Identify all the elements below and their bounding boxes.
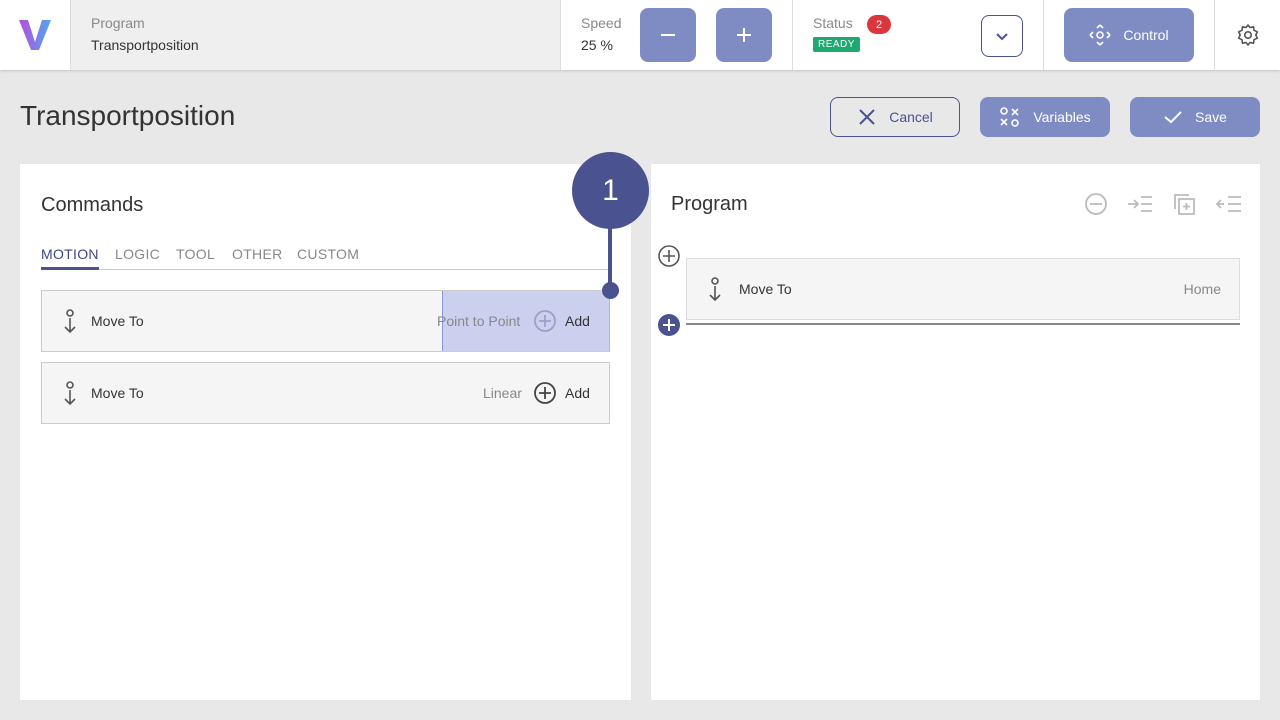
variables-icon [1000, 107, 1020, 127]
add-circle-icon[interactable] [533, 381, 557, 405]
plus-icon [737, 28, 751, 42]
cancel-label: Cancel [889, 109, 933, 125]
variables-label: Variables [1033, 109, 1091, 125]
tab-logic[interactable]: LOGIC [115, 246, 160, 270]
command-label: Move To [91, 385, 144, 401]
add-circle-icon[interactable] [533, 309, 557, 333]
status-panel: Status 2 READY [793, 0, 1044, 70]
speed-control: Speed 25 % [561, 0, 793, 70]
control-label: Control [1123, 27, 1169, 43]
save-button[interactable]: Save [1130, 97, 1260, 137]
program-value: Transportposition [91, 37, 199, 53]
top-bar: Program Transportposition Speed 25 % Sta… [0, 0, 1280, 70]
add-button[interactable]: Add [565, 385, 590, 401]
control-section: Control [1044, 0, 1215, 70]
tab-other[interactable]: OTHER [232, 246, 283, 270]
program-item-label: Move To [739, 281, 792, 297]
control-button[interactable]: Control [1064, 8, 1194, 62]
check-icon [1164, 111, 1182, 124]
tab-motion[interactable]: MOTION [41, 246, 99, 270]
tab-custom[interactable]: CUSTOM [297, 246, 359, 270]
move-to-icon [64, 381, 76, 406]
program-item[interactable]: Move To Home [686, 258, 1240, 320]
move-to-icon [64, 309, 76, 334]
status-count-badge: 2 [867, 15, 891, 34]
status-badge: READY [813, 37, 860, 52]
program-label: Program [91, 15, 145, 31]
settings-button[interactable] [1215, 0, 1280, 70]
command-label: Move To [91, 313, 144, 329]
save-label: Save [1195, 109, 1227, 125]
command-type: Linear [483, 385, 522, 401]
speed-increase-button[interactable] [716, 8, 772, 62]
cancel-button[interactable]: Cancel [830, 97, 960, 137]
program-title: Program [671, 193, 748, 215]
tutorial-step-marker[interactable]: 1 [572, 152, 649, 229]
command-item[interactable]: Move To Point to Point Add [41, 290, 610, 352]
commands-panel: Commands MOTION LOGIC TOOL OTHER CUSTOM … [20, 164, 631, 700]
commands-tabs: MOTION LOGIC TOOL OTHER CUSTOM [41, 246, 609, 270]
status-dropdown-button[interactable] [981, 15, 1023, 57]
minus-icon [661, 34, 675, 36]
insertion-line [686, 323, 1240, 325]
command-type: Point to Point [437, 313, 521, 329]
logo-icon [19, 20, 51, 50]
indent-icon[interactable] [1127, 192, 1153, 216]
insert-above-icon[interactable] [657, 244, 681, 268]
command-item[interactable]: Move To Linear Add [41, 362, 610, 424]
insert-below-icon[interactable] [657, 313, 681, 337]
variables-button[interactable]: Variables [980, 97, 1110, 137]
gear-icon [1237, 24, 1258, 46]
move-arrows-icon [1089, 24, 1111, 46]
duplicate-icon[interactable] [1172, 192, 1196, 216]
program-info[interactable]: Program Transportposition [71, 0, 561, 70]
tutorial-marker-line [608, 226, 612, 288]
remove-icon[interactable] [1084, 192, 1108, 216]
speed-decrease-button[interactable] [640, 8, 696, 62]
close-icon [859, 109, 875, 125]
add-button[interactable]: Add [565, 313, 590, 329]
move-to-icon [709, 277, 721, 302]
program-panel: Program Move To Home [651, 164, 1260, 700]
tutorial-marker-dot [602, 282, 619, 299]
logo [0, 0, 71, 70]
outdent-icon[interactable] [1216, 192, 1242, 216]
chevron-down-icon [996, 33, 1008, 41]
program-item-target: Home [1183, 281, 1221, 297]
tab-tool[interactable]: TOOL [176, 246, 215, 270]
commands-title: Commands [41, 194, 144, 216]
page-title: Transportposition [20, 100, 236, 131]
